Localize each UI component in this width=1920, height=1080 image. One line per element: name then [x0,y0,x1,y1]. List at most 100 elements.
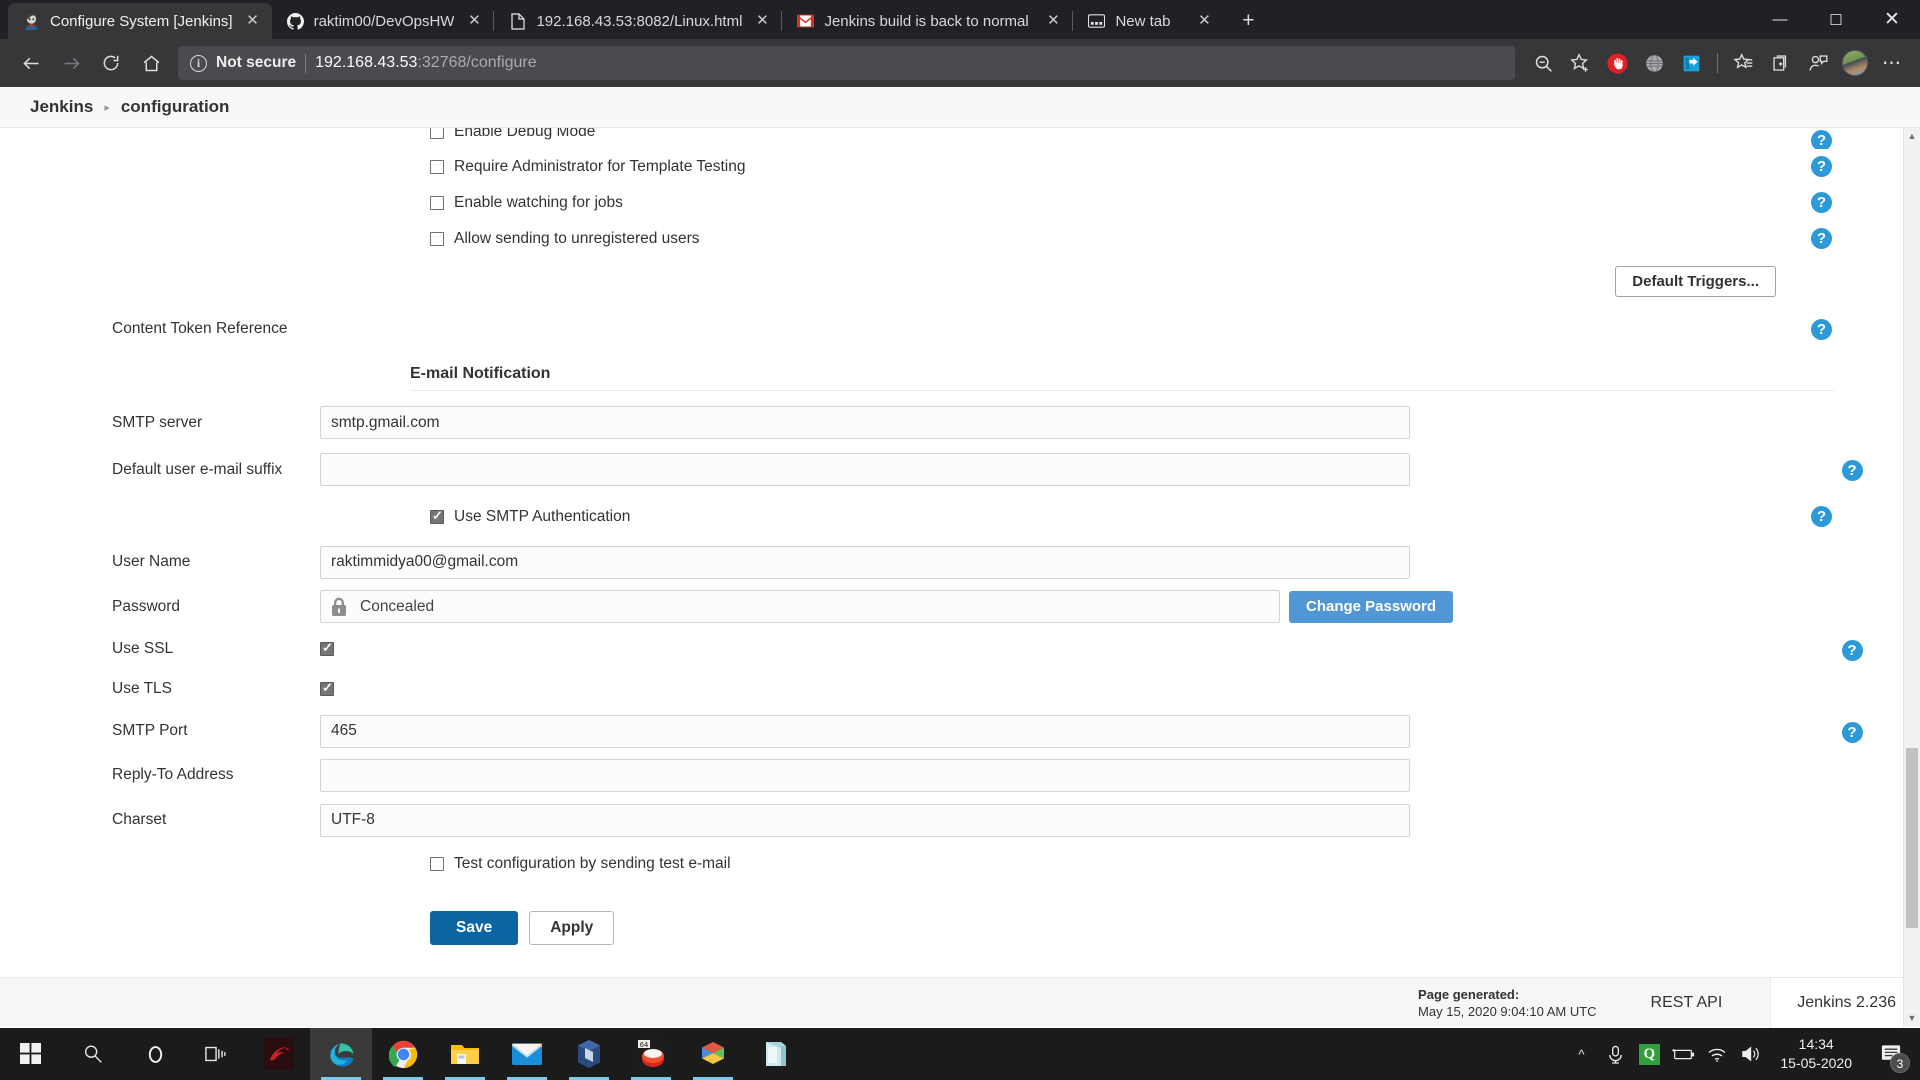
volume-icon[interactable] [1734,1028,1768,1080]
start-icon[interactable] [0,1028,62,1080]
default-triggers-button[interactable]: Default Triggers... [1615,266,1776,297]
browser-tab-configure-system[interactable]: Configure System [Jenkins] ✕ [8,3,272,39]
cortana-icon[interactable] [124,1028,186,1080]
change-password-button[interactable]: Change Password [1289,591,1453,623]
help-icon[interactable]: ? [1811,506,1832,527]
forward-icon[interactable] [52,44,90,82]
microphone-icon[interactable] [1598,1028,1632,1080]
profile-share-icon[interactable] [1800,45,1836,81]
breadcrumb-jenkins[interactable]: Jenkins [30,97,93,117]
smtp-server-input[interactable]: smtp.gmail.com [320,406,1410,439]
rest-api-link[interactable]: REST API [1651,994,1771,1012]
clock-date: 15-05-2020 [1780,1054,1852,1073]
taskbar-clock[interactable]: 14:34 15-05-2020 [1768,1035,1868,1073]
checkbox-use-ssl[interactable] [320,642,334,656]
close-window-button[interactable]: ✕ [1864,0,1920,39]
tab-close-icon[interactable]: ✕ [1042,10,1064,32]
jenkins-version[interactable]: Jenkins 2.236 [1770,978,1920,1028]
checkbox-box[interactable] [430,857,444,871]
add-favorite-icon[interactable] [1562,45,1598,81]
help-icon[interactable]: ? [1811,192,1832,213]
help-icon[interactable]: ? [1811,228,1832,249]
browser-tab-github[interactable]: raktim00/DevOpsHW ✕ [272,3,494,39]
tab-close-icon[interactable]: ✕ [463,10,485,32]
user-name-input[interactable]: raktimmidya00@gmail.com [320,546,1410,579]
help-icon[interactable]: ? [1811,319,1832,340]
checkbox-enable-debug-mode[interactable]: Enable Debug Mode [0,128,1880,149]
apply-button[interactable]: Apply [529,911,614,945]
save-button[interactable]: Save [430,911,518,945]
help-icon[interactable]: ? [1842,460,1863,481]
checkbox-enable-watching-jobs[interactable]: Enable watching for jobs [0,185,1880,221]
reload-icon[interactable] [92,44,130,82]
favorites-icon[interactable] [1726,45,1762,81]
minimize-button[interactable]: — [1752,0,1808,39]
oracle-db-icon[interactable]: 64 [620,1028,682,1080]
scrollbar-thumb[interactable] [1906,748,1918,928]
back-icon[interactable] [12,44,50,82]
collections-icon[interactable] [1763,45,1799,81]
chrome-icon[interactable] [372,1028,434,1080]
checkbox-box[interactable] [430,160,444,174]
share-extension-icon[interactable] [1673,45,1709,81]
checkbox-box[interactable] [430,196,444,210]
tab-close-icon[interactable]: ✕ [1193,10,1215,32]
checkbox-use-tls[interactable] [320,682,334,696]
adblock-extension-icon[interactable] [1599,45,1635,81]
tab-close-icon[interactable]: ✕ [751,10,773,32]
checkbox-box[interactable] [430,232,444,246]
use-ssl-label: Use SSL [0,639,320,659]
help-icon[interactable]: ? [1811,130,1832,149]
help-icon[interactable]: ? [1811,156,1832,177]
file-explorer-icon[interactable] [434,1028,496,1080]
checkbox-row: Enable watching for jobs ? [0,185,1880,221]
virtualbox-icon[interactable] [558,1028,620,1080]
configuration-form: Enable Debug Mode ? Require Administrato… [0,128,1920,1027]
checkbox-row-smtp-auth: Use SMTP Authentication ? [0,493,1880,540]
browser-tab-linux-html[interactable]: 192.168.43.53:8082/Linux.html ✕ [494,3,781,39]
search-icon[interactable] [62,1028,124,1080]
globe-extension-icon[interactable] [1636,45,1672,81]
edge-icon[interactable] [310,1028,372,1080]
charset-input[interactable]: UTF-8 [320,804,1410,837]
browser-tab-new-tab[interactable]: New tab ✕ [1073,3,1223,39]
tab-close-icon[interactable]: ✕ [242,10,264,32]
help-icon[interactable]: ? [1842,722,1863,743]
new-tab-button[interactable]: + [1233,6,1263,36]
checkbox-use-smtp-authentication[interactable]: Use SMTP Authentication [0,493,1880,540]
mail-icon[interactable] [496,1028,558,1080]
wifi-icon[interactable] [1700,1028,1734,1080]
help-icon[interactable]: ? [1842,640,1863,661]
reply-to-input[interactable] [320,759,1410,792]
more-icon[interactable]: ⋯ [1874,45,1910,81]
page-scrollbar[interactable]: ▲ ▼ [1903,128,1920,1027]
checkbox-label: Require Administrator for Template Testi… [454,158,746,176]
default-suffix-input[interactable] [320,453,1410,486]
sublime-text-icon[interactable] [682,1028,744,1080]
checkbox-require-administrator[interactable]: Require Administrator for Template Testi… [0,149,1880,185]
smtp-port-input[interactable]: 465 [320,715,1410,748]
checkbox-test-configuration[interactable]: Test configuration by sending test e-mai… [0,843,1880,885]
task-view-icon[interactable] [186,1028,248,1080]
checkbox-box[interactable] [430,128,444,139]
avatar[interactable] [1837,45,1873,81]
notification-center-button[interactable]: 3 [1868,1028,1914,1080]
tray-chevron-icon[interactable]: ^ [1564,1028,1598,1080]
zoom-out-icon[interactable] [1525,45,1561,81]
kali-linux-icon[interactable] [248,1028,310,1080]
battery-icon[interactable] [1666,1028,1700,1080]
quick-heal-icon[interactable]: Q [1632,1028,1666,1080]
scroll-up-arrow-icon[interactable]: ▲ [1904,128,1920,145]
password-input[interactable]: Concealed [320,590,1280,623]
maximize-button[interactable]: ☐ [1808,0,1864,39]
info-icon[interactable]: i [190,55,207,72]
home-icon[interactable] [132,44,170,82]
checkbox-box[interactable] [430,510,444,524]
document-icon [508,12,527,31]
scroll-down-arrow-icon[interactable]: ▼ [1904,1010,1920,1027]
onenote-icon[interactable] [744,1028,806,1080]
browser-tab-jenkins-build-mail[interactable]: Jenkins build is back to normal : ✕ [782,3,1072,39]
breadcrumb-configuration[interactable]: configuration [121,97,230,117]
address-bar[interactable]: i Not secure 192.168.43.53:32768/configu… [178,46,1515,80]
checkbox-allow-unregistered-users[interactable]: Allow sending to unregistered users [0,221,1880,257]
